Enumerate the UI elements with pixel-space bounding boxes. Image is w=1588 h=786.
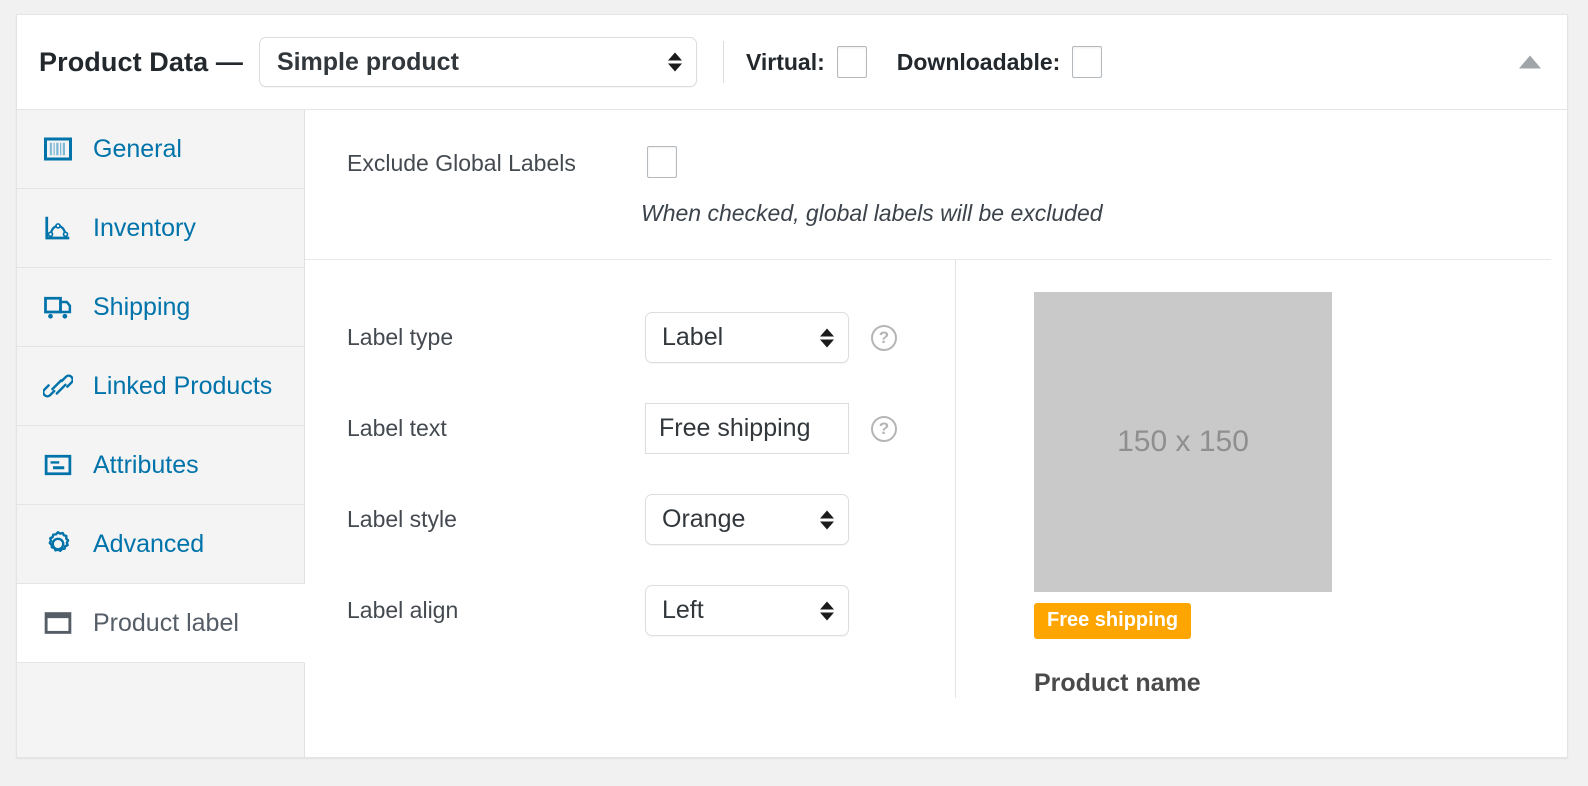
- product-label-panel: Exclude Global Labels When checked, glob…: [305, 110, 1567, 757]
- window-label-icon: [41, 606, 75, 640]
- virtual-checkbox-group[interactable]: Virtual:: [746, 46, 867, 78]
- panel-header: Product Data — Simple product Virtual: D…: [17, 15, 1567, 110]
- truck-icon: [41, 290, 75, 324]
- thumbnail-size-text: 150 x 150: [1117, 425, 1249, 458]
- label-style-row: Label style Orange: [347, 474, 955, 565]
- preview-product-name: Product name: [1034, 669, 1201, 697]
- virtual-checkbox[interactable]: [836, 46, 867, 78]
- downloadable-checkbox[interactable]: [1072, 46, 1103, 78]
- label-type-value: Label: [662, 323, 724, 351]
- label-align-label: Label align: [347, 597, 459, 623]
- sidebar-item-product-label[interactable]: Product label: [17, 584, 305, 663]
- label-type-row: Label type Label ?: [347, 292, 955, 383]
- chain-link-icon: [41, 369, 75, 403]
- barcode-icon: [41, 132, 75, 166]
- product-thumbnail-placeholder: 150 x 150: [1034, 292, 1332, 592]
- triangle-up-icon[interactable]: [1519, 55, 1541, 69]
- label-style-label: Label style: [347, 506, 457, 532]
- label-align-row: Label align Left: [347, 565, 955, 656]
- help-icon[interactable]: ?: [871, 415, 897, 442]
- downloadable-checkbox-group[interactable]: Downloadable:: [897, 46, 1103, 78]
- chevron-updown-icon: [820, 601, 834, 620]
- label-text-value: Free shipping: [659, 414, 811, 442]
- sidebar-item-label: Advanced: [93, 529, 205, 558]
- sidebar-item-attributes[interactable]: Attributes: [17, 426, 304, 505]
- label-settings-form: Label type Label ? Label text Free shipp…: [305, 260, 955, 698]
- chevron-updown-icon: [820, 510, 834, 529]
- sidebar-item-label: Linked Products: [93, 371, 273, 400]
- sidebar-item-advanced[interactable]: Advanced: [17, 505, 304, 584]
- label-style-value: Orange: [662, 505, 746, 533]
- product-data-panel: Product Data — Simple product Virtual: D…: [16, 14, 1568, 758]
- label-text-input[interactable]: Free shipping: [645, 403, 849, 454]
- label-type-label: Label type: [347, 324, 454, 350]
- exclude-global-labels-label: Exclude Global Labels: [347, 150, 576, 176]
- label-settings-columns: Label type Label ? Label text Free shipp…: [305, 260, 1567, 698]
- chart-curve-icon: [41, 211, 75, 245]
- virtual-label: Virtual:: [745, 48, 825, 75]
- sidebar-item-linked-products[interactable]: Linked Products: [17, 347, 304, 426]
- page-title: Product Data —: [39, 46, 243, 77]
- label-text-row: Label text Free shipping ?: [347, 383, 955, 474]
- header-divider: [722, 41, 724, 83]
- label-preview: 150 x 150 Free shipping Product name: [955, 260, 1567, 698]
- sidebar-item-label: Shipping: [93, 292, 191, 321]
- sidebar-item-general[interactable]: General: [17, 110, 304, 189]
- preview-label-badge: Free shipping: [1034, 603, 1192, 639]
- chevron-updown-icon: [667, 52, 682, 72]
- sidebar-item-label: General: [93, 134, 182, 163]
- sidebar-item-label: Attributes: [93, 450, 199, 479]
- sidebar-item-inventory[interactable]: Inventory: [17, 189, 304, 268]
- sidebar-item-label: Inventory: [93, 213, 196, 242]
- sidebar-item-shipping[interactable]: Shipping: [17, 268, 304, 347]
- sidebar-item-label: Product label: [93, 608, 239, 637]
- exclude-global-labels-row: Exclude Global Labels: [305, 110, 1567, 178]
- gear-icon: [41, 527, 75, 561]
- label-style-select[interactable]: Orange: [645, 494, 849, 545]
- label-align-select[interactable]: Left: [645, 585, 849, 636]
- attributes-list-icon: [41, 448, 75, 482]
- chevron-updown-icon: [820, 328, 834, 347]
- sidebar-empty-space: [17, 663, 304, 757]
- panel-body: General Inventory Shipping Linked Produc…: [17, 110, 1567, 757]
- label-type-select[interactable]: Label: [645, 312, 849, 363]
- label-align-value: Left: [662, 596, 704, 624]
- label-text-label: Label text: [347, 415, 447, 441]
- exclude-global-labels-description: When checked, global labels will be excl…: [641, 200, 1103, 226]
- downloadable-label: Downloadable:: [896, 48, 1061, 75]
- product-type-value: Simple product: [276, 47, 459, 76]
- help-icon[interactable]: ?: [871, 324, 897, 351]
- product-data-tabs: General Inventory Shipping Linked Produc…: [17, 110, 305, 757]
- product-type-select[interactable]: Simple product: [258, 37, 697, 87]
- exclude-global-labels-checkbox[interactable]: [647, 146, 677, 178]
